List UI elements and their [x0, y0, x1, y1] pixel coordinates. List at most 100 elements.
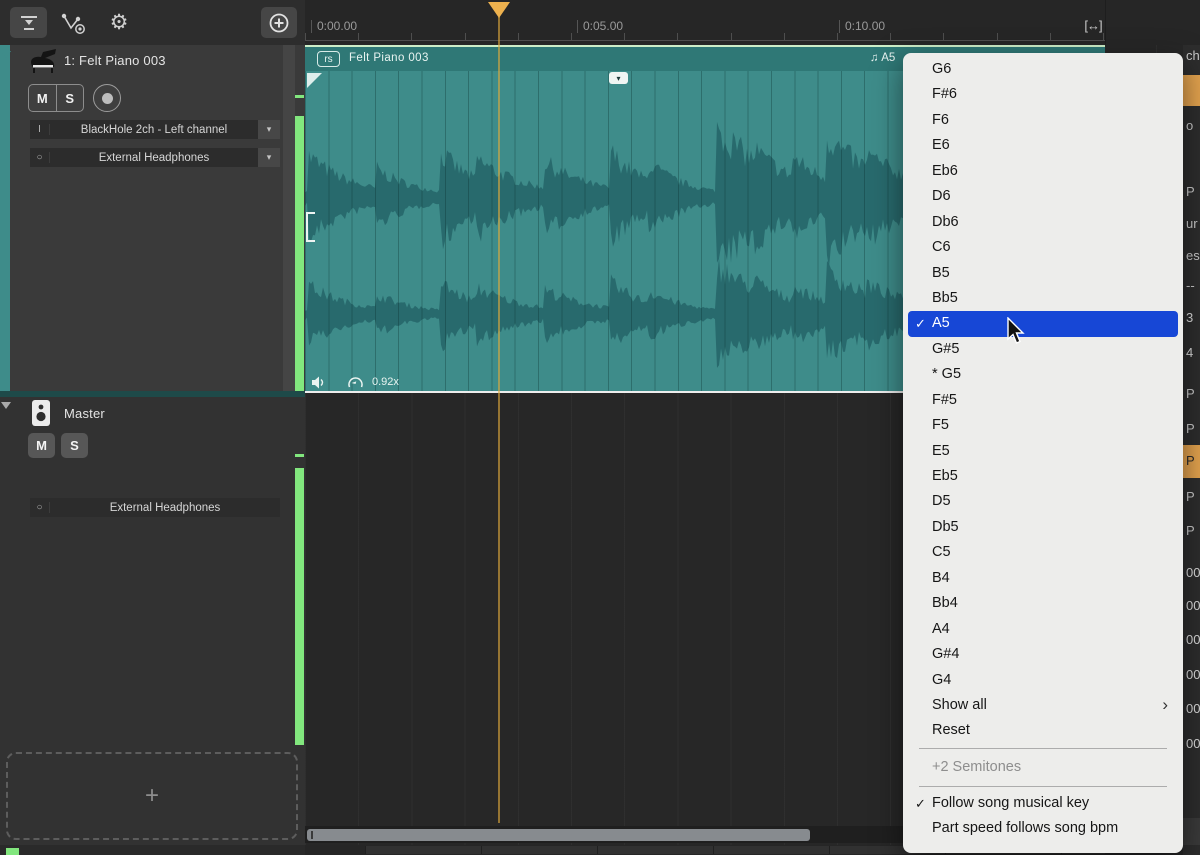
daw-window: ⚙ 1: Felt Piano 003 M	[0, 0, 1200, 855]
record-arm-button[interactable]	[93, 84, 121, 112]
cutoff-text-fragment: P	[1186, 489, 1195, 504]
reset-label: Reset	[932, 722, 970, 738]
menu-item-note-A5[interactable]: ✓A5	[908, 311, 1178, 336]
fade-in-handle[interactable]	[307, 73, 322, 88]
note-label: Db6	[932, 214, 959, 230]
menu-item-note-Eb6[interactable]: Eb6	[903, 159, 1183, 184]
note-label: Bb5	[932, 290, 958, 306]
add-track-dropzone[interactable]: +	[6, 752, 298, 840]
cutoff-text-fragment: 00	[1186, 667, 1200, 682]
ruler-time-label: 0:05.00	[577, 19, 623, 33]
menu-item-note-E6[interactable]: E6	[903, 133, 1183, 158]
note-label: Bb4	[932, 595, 958, 611]
clip-rs-badge[interactable]: rs	[317, 51, 340, 67]
menu-item-note-D6[interactable]: D6	[903, 184, 1183, 209]
solo-button[interactable]: S	[61, 433, 88, 458]
menu-item-note-Db6[interactable]: Db6	[903, 210, 1183, 235]
clip-speed-value[interactable]: 0.92x	[372, 376, 399, 388]
menu-item-reset[interactable]: Reset	[903, 718, 1183, 743]
note-label: G#5	[932, 341, 959, 357]
clip-dropdown-button[interactable]: ▾	[609, 72, 628, 84]
clip-name: Felt Piano 003	[349, 52, 429, 64]
menu-item-note-Db5[interactable]: Db5	[903, 515, 1183, 540]
cutoff-text-fragment: P	[1186, 184, 1195, 199]
output-routing-select[interactable]: ○ External Headphones ▾	[30, 148, 280, 167]
menu-item-note-Bb4[interactable]: Bb4	[903, 591, 1183, 616]
note-label: Eb6	[932, 163, 958, 179]
speed-dial-icon[interactable]	[347, 375, 364, 390]
input-routing-select[interactable]: I BlackHole 2ch - Left channel ▾	[30, 120, 280, 139]
show-all-label: Show all	[932, 697, 987, 713]
track-title[interactable]: 1: Felt Piano 003	[64, 53, 166, 68]
level-meter-peak-tick	[295, 95, 304, 98]
note-label: C6	[932, 239, 951, 255]
menu-item-note-Bb5[interactable]: Bb5	[903, 286, 1183, 311]
menu-item-note-Eb5[interactable]: Eb5	[903, 464, 1183, 489]
menu-item-note-G6[interactable]: G6	[903, 57, 1183, 82]
solo-button[interactable]: S	[57, 85, 84, 111]
menu-item-note-E5[interactable]: E5	[903, 439, 1183, 464]
note-label: F6	[932, 112, 949, 128]
cutoff-text-fragment: P	[1186, 453, 1195, 468]
master-mute-solo-group: M S	[28, 433, 98, 458]
output-routing-value: External Headphones	[50, 152, 258, 164]
menu-item-show-all[interactable]: Show all ›	[903, 693, 1183, 718]
panel-footer	[0, 845, 305, 855]
note-label: G4	[932, 672, 951, 688]
music-note-icon: ♫	[870, 52, 879, 64]
menu-item-part-speed[interactable]: Part speed follows song bpm	[903, 816, 1183, 841]
menu-item-note-G#5[interactable]: G#5	[903, 337, 1183, 362]
add-track-button[interactable]	[261, 7, 297, 38]
track-list-options-button[interactable]	[10, 7, 47, 38]
note-label: C5	[932, 544, 951, 560]
chevron-down-icon[interactable]: ▾	[258, 120, 280, 139]
track-collapse-arrow-icon[interactable]	[1, 402, 11, 409]
menu-item-follow-key[interactable]: ✓ Follow song musical key	[903, 791, 1183, 816]
cutoff-text-fragment: 3	[1186, 310, 1193, 325]
menu-item-note-G4[interactable]: G4	[903, 668, 1183, 693]
menu-item-note-G#4[interactable]: G#4	[903, 642, 1183, 667]
menu-separator	[919, 786, 1167, 787]
clip-left-bracket-handle[interactable]	[306, 212, 315, 242]
menu-item-note-B5[interactable]: B5	[903, 261, 1183, 286]
menu-item-note-A4[interactable]: A4	[903, 617, 1183, 642]
master-title[interactable]: Master	[64, 406, 105, 421]
menu-item-note-B4[interactable]: B4	[903, 566, 1183, 591]
input-marker: I	[30, 124, 50, 135]
zoom-to-fit-button[interactable]: [↔]	[1080, 12, 1106, 38]
menu-item-note-G5[interactable]: * G5	[903, 362, 1183, 387]
timeline-ruler[interactable]	[305, 0, 1200, 45]
note-label: A5	[932, 315, 950, 331]
menu-item-note-D5[interactable]: D5	[903, 489, 1183, 514]
speaker-icon[interactable]	[311, 376, 325, 389]
cutoff-text-fragment: 4	[1186, 345, 1193, 360]
playhead-line	[498, 17, 500, 823]
menu-item-note-F#5[interactable]: F#5	[903, 388, 1183, 413]
mute-button[interactable]: M	[28, 433, 55, 458]
ruler-tick	[890, 33, 891, 40]
ruler-baseline	[305, 40, 1105, 41]
meter-fragment	[6, 848, 19, 855]
settings-button[interactable]: ⚙	[104, 8, 134, 38]
menu-item-note-F5[interactable]: F5	[903, 413, 1183, 438]
note-label: G6	[932, 61, 951, 77]
mute-button[interactable]: M	[29, 85, 56, 111]
checkmark-icon: ✓	[915, 791, 926, 816]
track-header-felt-piano[interactable]: 1: Felt Piano 003 M S I BlackHole 2ch - …	[0, 45, 305, 391]
menu-item-note-C6[interactable]: C6	[903, 235, 1183, 260]
chevron-down-icon[interactable]: ▾	[258, 148, 280, 167]
ruler-tick	[358, 33, 359, 40]
note-label: A4	[932, 621, 950, 637]
clip-key-indicator[interactable]: ♫ A5	[870, 52, 895, 64]
playhead-marker[interactable]	[488, 2, 510, 18]
part-speed-label: Part speed follows song bpm	[932, 820, 1118, 836]
timeline-seam	[1105, 0, 1106, 45]
menu-item-note-C5[interactable]: C5	[903, 540, 1183, 565]
menu-item-note-F#6[interactable]: F#6	[903, 82, 1183, 107]
horizontal-scrollbar-handle[interactable]	[307, 829, 810, 841]
menu-item-note-F6[interactable]: F6	[903, 108, 1183, 133]
automation-button[interactable]	[58, 9, 88, 37]
track-collapse-arrow-icon[interactable]	[1, 51, 11, 58]
master-output-select[interactable]: ○ External Headphones	[30, 498, 280, 517]
note-label: E5	[932, 443, 950, 459]
